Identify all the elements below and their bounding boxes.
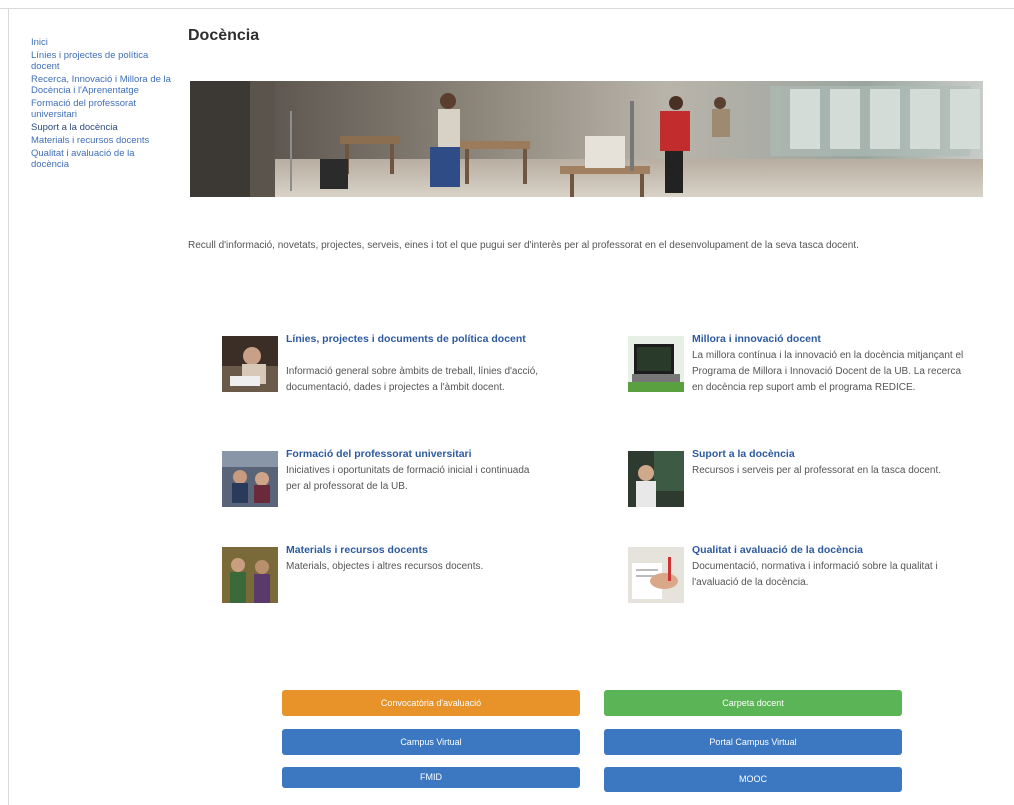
carpeta-docent-button[interactable]: Carpeta docent	[604, 690, 902, 716]
sidebar-item-formacio[interactable]: Formació del professorat universitari	[31, 98, 171, 120]
sidebar-item-qualitat[interactable]: Qualitat i avaluació de la docència	[31, 148, 171, 170]
intro-text: Recull d'informació, novetats, projectes…	[188, 240, 859, 251]
sidebar-item-materials[interactable]: Materials i recursos docents	[31, 135, 171, 146]
sidebar-item-recerca[interactable]: Recerca, Innovació i Millora de la Docèn…	[31, 74, 171, 96]
card-formacio: Formació del professorat universitari In…	[214, 445, 584, 515]
card-suport-desc: Recursos i serveis per al professorat en…	[692, 465, 942, 476]
card-formacio-desc: Iniciatives i oportunitats de formació i…	[286, 465, 530, 492]
hero-banner-image	[190, 81, 983, 197]
page-title: Docència	[188, 27, 260, 44]
sidebar-item-linies[interactable]: Línies i projectes de política docent	[31, 50, 171, 72]
classroom-photo-icon	[222, 451, 278, 507]
card-millora-title[interactable]: Millora i innovació docent	[692, 332, 972, 347]
students-photo-icon	[222, 547, 278, 603]
hands-documents-photo-icon	[628, 547, 684, 603]
card-millora-desc: La millora contínua i la innovació en la…	[692, 350, 964, 393]
card-materials: Materials i recursos docents Materials, …	[214, 541, 584, 611]
teacher-writing-photo-icon	[222, 336, 278, 392]
laptop-photo-icon	[628, 336, 684, 392]
fmid-button[interactable]: FMID	[282, 767, 580, 788]
card-suport: Suport a la docència Recursos i serveis …	[620, 445, 980, 515]
card-linies-desc: Informació general sobre àmbits de treba…	[286, 366, 539, 393]
sidebar-item-inici[interactable]: Inici	[31, 37, 171, 48]
sidebar-item-suport[interactable]: Suport a la docència	[31, 122, 171, 133]
lecturer-photo-icon	[628, 451, 684, 507]
card-qualitat: Qualitat i avaluació de la docència Docu…	[620, 541, 980, 611]
mooc-button[interactable]: MOOC	[604, 767, 902, 792]
sidebar-nav: Inici Línies i projectes de política doc…	[31, 37, 171, 172]
card-linies-title[interactable]: Línies, projectes i documents de polític…	[286, 332, 566, 347]
frame-top-border	[0, 8, 1014, 9]
card-qualitat-desc: Documentació, normativa i informació sob…	[692, 561, 938, 588]
convocatoria-avaluacio-button[interactable]: Convocatòria d'avaluació	[282, 690, 580, 716]
card-formacio-title[interactable]: Formació del professorat universitari	[286, 447, 576, 462]
campus-virtual-button[interactable]: Campus Virtual	[282, 729, 580, 755]
portal-campus-virtual-button[interactable]: Portal Campus Virtual	[604, 729, 902, 755]
card-materials-desc: Materials, objectes i altres recursos do…	[286, 561, 484, 572]
card-suport-title[interactable]: Suport a la docència	[692, 447, 972, 462]
card-millora: Millora i innovació docent La millora co…	[620, 330, 980, 425]
frame-left-border	[8, 8, 9, 805]
card-qualitat-title[interactable]: Qualitat i avaluació de la docència	[692, 543, 972, 558]
card-linies: Línies, projectes i documents de polític…	[214, 330, 584, 425]
card-materials-title[interactable]: Materials i recursos docents	[286, 543, 566, 558]
